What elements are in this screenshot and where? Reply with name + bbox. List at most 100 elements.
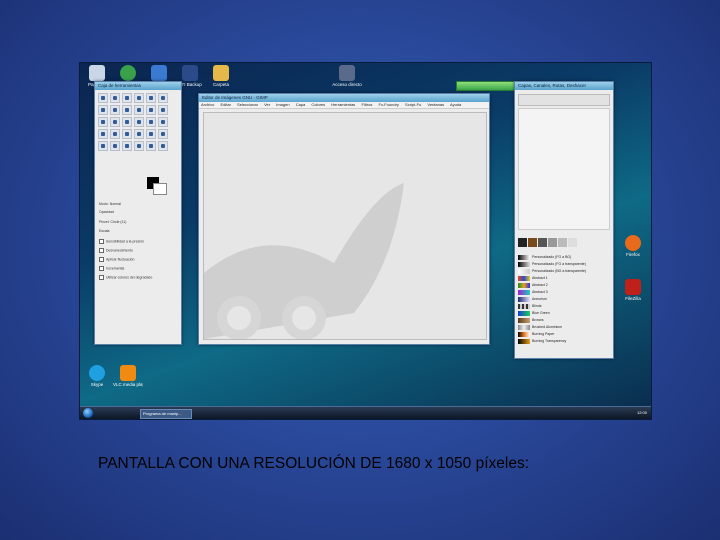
gradient-row[interactable]: Personalizado (FG a transparente) [518,261,610,267]
dock-tab-bar[interactable] [518,94,610,106]
toolbox-window[interactable]: Caja de herramientas Modo: Normal Opacid… [94,81,182,345]
main-window-titlebar[interactable]: Editor de Imágenes GNU - GIMP [199,94,489,102]
brush-item[interactable] [538,238,547,247]
blend-tool-icon[interactable] [122,129,132,139]
blur-tool-icon[interactable] [146,141,156,151]
bucket-fill-tool-icon[interactable] [110,129,120,139]
color-select-tool-icon[interactable] [146,93,156,103]
menu-capa[interactable]: Capa [296,102,306,107]
brush-option[interactable]: Pincel: Circle (11) [99,220,126,224]
gradient-swatch [518,303,530,309]
menu-ayuda[interactable]: Ayuda [450,102,461,107]
shear-tool-icon[interactable] [134,117,144,127]
align-tool-icon[interactable] [158,105,168,115]
gradient-row[interactable]: Browns [518,317,610,323]
shortcut-icon[interactable]: Acceso directo [332,65,362,87]
rotate-tool-icon[interactable] [110,117,120,127]
jitter-checkbox[interactable] [99,257,104,262]
menu-ver[interactable]: Ver [264,102,270,107]
folder-icon[interactable]: Carpeta [206,65,236,87]
gradient-row[interactable]: Aneurism [518,296,610,302]
gradient-row[interactable]: Abstract 3 [518,289,610,295]
menu-editar[interactable]: Editar [220,102,230,107]
menu-herramientas[interactable]: Herramientas [331,102,355,107]
flip-tool-icon[interactable] [158,117,168,127]
background-color-swatch[interactable] [153,183,167,195]
clone-tool-icon[interactable] [122,141,132,151]
taskbar-gimp-button[interactable]: Programa de manip... [140,409,192,419]
brush-item[interactable] [518,238,527,247]
brush-item[interactable] [558,238,567,247]
perspective-tool-icon[interactable] [146,117,156,127]
layers-dock-window[interactable]: Capas, Canales, Rutas, Deshacer Personal… [514,81,614,359]
filezilla-icon[interactable]: FileZilla [618,279,648,301]
opacity-option[interactable]: Opacidad [99,210,114,214]
mode-option[interactable]: Modo: Normal [99,202,121,206]
incremental-checkbox[interactable] [99,266,104,271]
scissors-tool-icon[interactable] [158,93,168,103]
gradient-colors-option[interactable]: Utilizar colores del degradado [99,275,152,280]
menu-imagen[interactable]: Imagen [276,102,289,107]
vlc-icon[interactable]: VLC media player [113,365,143,387]
pencil-tool-icon[interactable] [134,129,144,139]
layers-titlebar[interactable]: Capas, Canales, Rutas, Deshacer [515,82,613,90]
pressure-option[interactable]: Sensibilidad a la presión [99,239,144,244]
smudge-tool-icon[interactable] [158,141,168,151]
free-select-tool-icon[interactable] [122,93,132,103]
color-picker-tool-icon[interactable] [110,105,120,115]
incremental-option[interactable]: Incremental [99,266,124,271]
skype-icon[interactable]: Skype [82,365,112,387]
gradient-row[interactable]: Brushed Aluminium [518,324,610,330]
ink-tool-icon[interactable] [110,141,120,151]
scale-option[interactable]: Escala [99,229,110,233]
brush-item[interactable] [548,238,557,247]
firefox-glyph [625,235,641,251]
paintbrush-tool-icon[interactable] [146,129,156,139]
menu-fx-foundry[interactable]: Fx-Foundry [378,102,398,107]
ellipse-select-tool-icon[interactable] [110,93,120,103]
airbrush-tool-icon[interactable] [98,141,108,151]
gradient-row[interactable]: Personalizado (FG a BG) [518,254,610,260]
gradient-colors-checkbox[interactable] [99,275,104,280]
toolbox-titlebar[interactable]: Caja de herramientas [95,82,181,90]
gradient-row[interactable]: Abstract 1 [518,275,610,281]
jitter-option[interactable]: Aplicar fluctuación [99,257,134,262]
menu-archivo[interactable]: Archivo [201,102,214,107]
gradient-row[interactable]: Burning Paper [518,331,610,337]
menu-colores[interactable]: Colores [311,102,325,107]
eraser-tool-icon[interactable] [158,129,168,139]
fade-option[interactable]: Desvanecimiento [99,248,133,253]
rect-select-tool-icon[interactable] [98,93,108,103]
start-button[interactable] [83,408,93,418]
gradient-row[interactable]: Abstract 2 [518,282,610,288]
gradient-swatch [518,310,530,316]
gradient-swatch [518,282,530,288]
brush-item[interactable] [528,238,537,247]
move-tool-icon[interactable] [146,105,156,115]
text-tool-icon[interactable] [98,129,108,139]
layers-list[interactable] [518,108,610,230]
firefox-icon[interactable]: Firefox [618,235,648,257]
menu-seleccionar[interactable]: Seleccionar [237,102,258,107]
heal-tool-icon[interactable] [134,141,144,151]
menu-script-fu[interactable]: Script-Fu [405,102,421,107]
gradient-row[interactable]: Burning Transparency [518,338,610,344]
menu-ventanas[interactable]: Ventanas [427,102,444,107]
scale-tool-icon[interactable] [122,117,132,127]
gradient-row[interactable]: Blinds [518,303,610,309]
brush-item[interactable] [568,238,577,247]
gimp-main-window[interactable]: Editor de Imágenes GNU - GIMP Archivo Ed… [198,93,490,345]
gradient-swatch [518,338,530,344]
fuzzy-select-tool-icon[interactable] [134,93,144,103]
paths-tool-icon[interactable] [98,105,108,115]
zoom-tool-icon[interactable] [122,105,132,115]
image-canvas[interactable] [203,112,487,340]
gradient-row[interactable]: Blue Green [518,310,610,316]
fade-checkbox[interactable] [99,248,104,253]
gradient-row[interactable]: Personalizado (BG a transparente) [518,268,610,274]
system-tray-clock[interactable]: 12:00 [587,409,647,417]
pressure-checkbox[interactable] [99,239,104,244]
crop-tool-icon[interactable] [98,117,108,127]
measure-tool-icon[interactable] [134,105,144,115]
menu-filtros[interactable]: Filtros [361,102,372,107]
